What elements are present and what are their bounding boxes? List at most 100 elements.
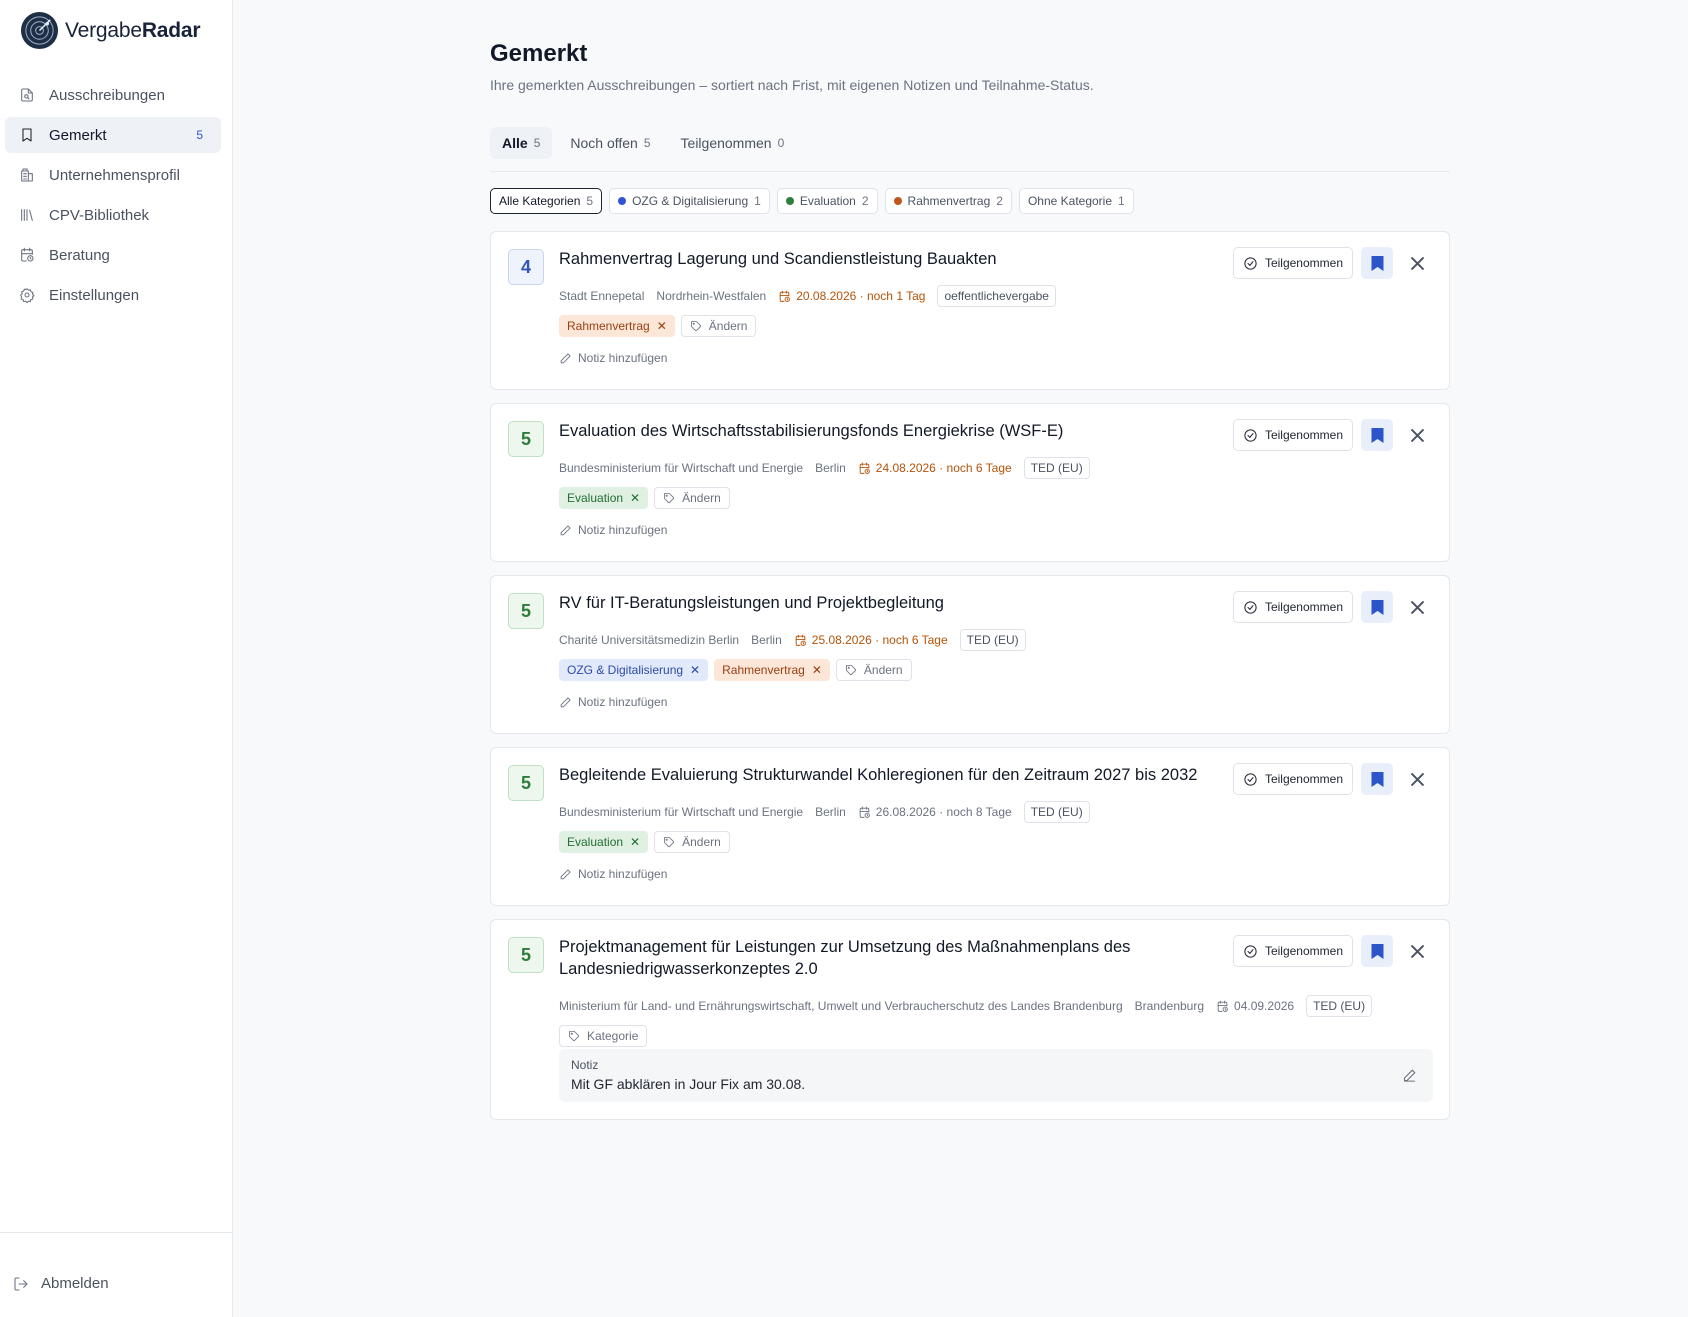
note-text: Mit GF abklären in Jour Fix am 30.08.: [571, 1076, 806, 1092]
remove-tag-icon[interactable]: ✕: [630, 491, 640, 505]
tender-card: 5 Projektmanagement für Leistungen zur U…: [490, 919, 1450, 1120]
calendar-clock-icon: [859, 806, 870, 818]
category-tag: OZG & Digitalisierung ✕: [559, 659, 709, 681]
tag-label: Rahmenvertrag: [722, 663, 805, 677]
source-badge: oeffentlichevergabe: [937, 285, 1056, 307]
bookmark-button[interactable]: [1361, 419, 1393, 451]
sidebar-item-einstellungen[interactable]: Einstellungen: [5, 277, 221, 313]
edit-tags-button[interactable]: Ändern: [654, 487, 730, 509]
page-subtitle: Ihre gemerkten Ausschreibungen – sortier…: [490, 77, 1094, 93]
sidebar-item-beratung[interactable]: Beratung: [5, 237, 221, 273]
remove-button[interactable]: [1401, 591, 1433, 623]
tab-alle[interactable]: Alle 5: [490, 127, 553, 159]
region: Nordrhein-Westfalen: [656, 289, 767, 303]
bookmark-filled-icon: [1371, 255, 1383, 271]
count-badge: 5: [196, 128, 203, 142]
filter-rahmenvertrag[interactable]: Rahmenvertrag 2: [884, 188, 1012, 214]
filter-alle-kategorien[interactable]: Alle Kategorien 5: [490, 188, 603, 214]
bookmark-button[interactable]: [1361, 591, 1393, 623]
edit-note-button[interactable]: [1402, 1068, 1417, 1088]
participated-button[interactable]: Teilgenommen: [1232, 591, 1353, 623]
add-note-button[interactable]: Notiz hinzufügen: [559, 351, 667, 365]
add-note-button[interactable]: Notiz hinzufügen: [559, 523, 667, 537]
tender-title[interactable]: RV für IT-Beratungsleistungen und Projek…: [559, 592, 1219, 614]
tender-card: 5 Begleitende Evaluierung Strukturwandel…: [490, 747, 1450, 906]
sidebar-item-gemerkt[interactable]: Gemerkt 5: [5, 117, 221, 153]
calendar-clock-icon: [795, 634, 806, 646]
sidebar-item-label: Ausschreibungen: [49, 86, 165, 104]
building-icon: [18, 166, 36, 184]
category-filters: Alle Kategorien 5 OZG & Digitalisierung 1 …: [490, 188, 1134, 214]
sidebar-item-unternehmensprofil[interactable]: Unternehmensprofil: [5, 157, 221, 193]
logout-button[interactable]: Abmelden: [13, 1275, 109, 1292]
tag-label: Rahmenvertrag: [567, 319, 650, 333]
add-note-button[interactable]: Notiz hinzufügen: [559, 867, 667, 881]
authority: Charité Universitätsmedizin Berlin: [559, 633, 740, 647]
tag-label: Evaluation: [567, 835, 624, 849]
category-tags: Kategorie: [559, 1025, 648, 1047]
remove-tag-icon[interactable]: ✕: [657, 319, 667, 333]
sidebar-item-cpv-bibliothek[interactable]: CPV-Bibliothek: [5, 197, 221, 233]
tender-card: 4 Rahmenvertrag Lagerung und Scandienstl…: [490, 231, 1450, 390]
remove-button[interactable]: [1401, 763, 1433, 795]
calendar-clock-icon: [1217, 1000, 1228, 1012]
bookmark-filled-icon: [1371, 771, 1383, 787]
tab-count: 5: [533, 136, 541, 150]
edit-tags-label: Ändern: [708, 319, 748, 333]
card-actions: Teilgenommen: [1232, 935, 1433, 967]
logout-icon: [14, 1276, 28, 1291]
participated-button[interactable]: Teilgenommen: [1232, 419, 1353, 451]
category-tags: OZG & Digitalisierung ✕ Rahmenvertrag ✕ Än…: [559, 659, 912, 681]
participated-button[interactable]: Teilgenommen: [1232, 763, 1353, 795]
source-badge: TED (EU): [1023, 801, 1090, 823]
remove-button[interactable]: [1401, 935, 1433, 967]
brand-name: VergabeRadar: [65, 18, 201, 42]
edit-tags-button[interactable]: Ändern: [680, 315, 757, 337]
tender-meta: Ministerium für Land- und Ernährungswirt…: [559, 995, 1373, 1017]
sidebar-item-label: CPV-Bibliothek: [49, 206, 150, 224]
filter-evaluation[interactable]: Evaluation 2: [776, 188, 878, 214]
category-dot: [618, 197, 627, 205]
sidebar-item-label: Unternehmensprofil: [49, 166, 180, 184]
bookmark-button[interactable]: [1361, 763, 1393, 795]
remove-button[interactable]: [1401, 419, 1433, 451]
tender-title[interactable]: Evaluation des Wirtschaftsstabilisierung…: [559, 420, 1219, 442]
filter-ohne-kategorie[interactable]: Ohne Kategorie 1: [1018, 188, 1134, 214]
deadline: 25.08.2026 · noch 6 Tage: [794, 633, 948, 647]
sidebar-item-ausschreibungen[interactable]: Ausschreibungen: [5, 77, 221, 113]
sidebar-item-label: Beratung: [49, 246, 110, 264]
edit-tags-label: Ändern: [682, 491, 721, 505]
remove-button[interactable]: [1401, 247, 1433, 279]
score-badge: 5: [508, 593, 544, 629]
tab-noch-offen[interactable]: Noch offen 5: [558, 127, 662, 159]
participated-label: Teilgenommen: [1264, 256, 1343, 270]
participated-button[interactable]: Teilgenommen: [1232, 935, 1353, 967]
participated-button[interactable]: Teilgenommen: [1232, 247, 1353, 279]
filter-label: Evaluation: [799, 194, 856, 208]
add-category-button[interactable]: Kategorie: [559, 1025, 648, 1047]
tender-title[interactable]: Rahmenvertrag Lagerung und Scandienstlei…: [559, 248, 1219, 270]
category-tags: Evaluation ✕ Ändern: [559, 831, 730, 853]
authority: Bundesministerium für Wirtschaft und Ene…: [559, 461, 804, 475]
remove-tag-icon[interactable]: ✕: [690, 663, 700, 677]
tag-icon: [569, 1031, 580, 1042]
deadline: 26.08.2026 · noch 8 Tage: [858, 805, 1012, 819]
edit-tags-button[interactable]: Ändern: [835, 659, 912, 681]
remove-tag-icon[interactable]: ✕: [630, 835, 640, 849]
category-tag: Rahmenvertrag ✕: [714, 659, 830, 681]
bookmark-button[interactable]: [1361, 247, 1393, 279]
filter-count: 5: [586, 194, 594, 208]
category-dot: [893, 197, 902, 205]
remove-tag-icon[interactable]: ✕: [812, 663, 822, 677]
add-note-button[interactable]: Notiz hinzufügen: [559, 695, 667, 709]
tab-label: Teilgenommen: [680, 135, 772, 151]
tender-title[interactable]: Projektmanagement für Leistungen zur Ums…: [559, 936, 1219, 980]
edit-tags-button[interactable]: Ändern: [654, 831, 730, 853]
tender-title[interactable]: Begleitende Evaluierung Strukturwandel K…: [559, 764, 1219, 786]
filter-ozg-digitalisierung[interactable]: OZG & Digitalisierung 1: [609, 188, 770, 214]
brand-logo[interactable]: VergabeRadar: [20, 11, 201, 50]
tab-count: 0: [777, 136, 785, 150]
tab-teilgenommen[interactable]: Teilgenommen 0: [669, 127, 797, 159]
note-box: Notiz Mit GF abklären in Jour Fix am 30.…: [559, 1049, 1433, 1102]
bookmark-button[interactable]: [1361, 935, 1393, 967]
